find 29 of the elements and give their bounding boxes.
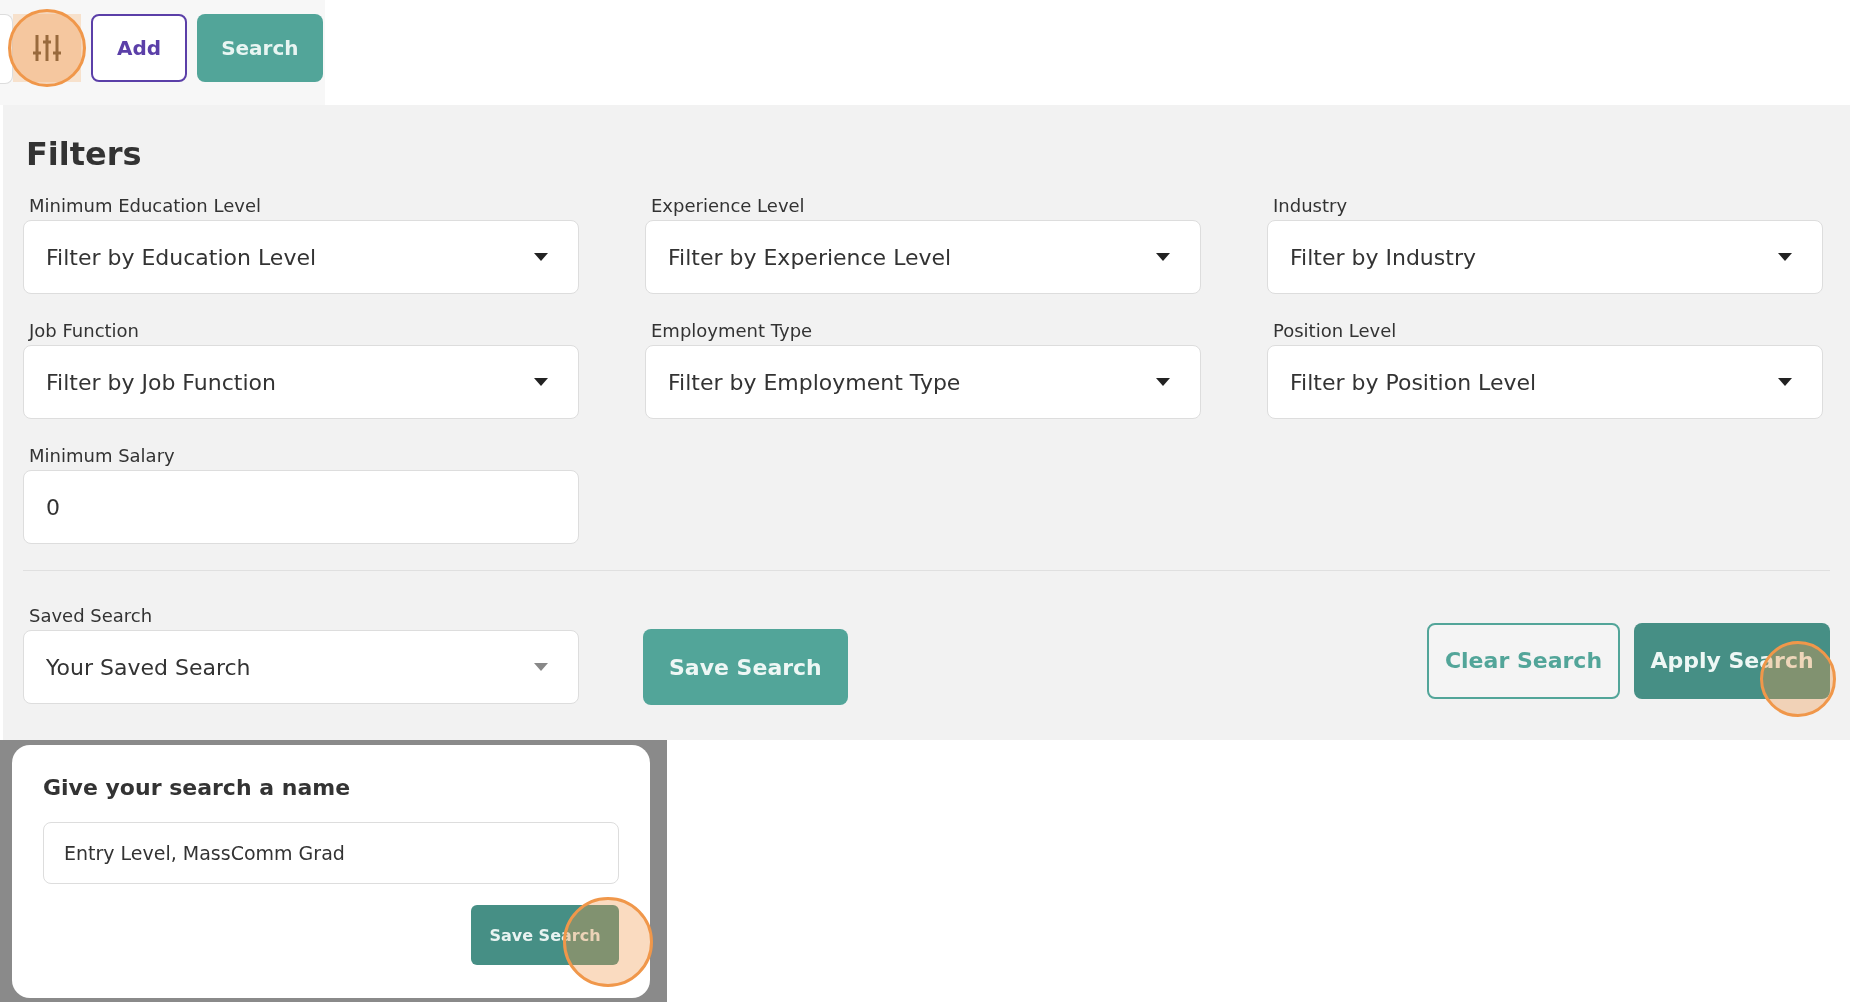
caret-icon bbox=[534, 253, 548, 261]
dropdown-field[interactable]: Filter by Experience Level bbox=[645, 220, 1201, 294]
field-label: Job Function bbox=[29, 320, 141, 341]
caret-icon bbox=[1778, 253, 1792, 261]
dropdown-field[interactable]: Filter by Job Function bbox=[23, 345, 579, 419]
field-label: Minimum Salary bbox=[29, 445, 176, 466]
saved-search-dropdown[interactable]: Your Saved Search bbox=[23, 630, 579, 704]
dropdown-field[interactable]: Filter by Employment Type bbox=[645, 345, 1201, 419]
caret-icon bbox=[1156, 378, 1170, 386]
salary-input[interactable]: 0 bbox=[23, 470, 579, 544]
field-label: Employment Type bbox=[651, 320, 814, 341]
dropdown-field[interactable]: Filter by Position Level bbox=[1267, 345, 1823, 419]
field-label: Industry bbox=[1273, 195, 1349, 216]
field-label: Experience Level bbox=[651, 195, 806, 216]
caret-icon bbox=[534, 663, 548, 671]
caret-icon bbox=[1156, 253, 1170, 261]
add-button[interactable]: Add bbox=[91, 14, 188, 82]
field-label: Minimum Education Level bbox=[29, 195, 262, 216]
dropdown-field[interactable]: Filter by Industry bbox=[1267, 220, 1823, 294]
dialog-title: Give your search a name bbox=[43, 775, 352, 800]
filters-title: Filters bbox=[26, 135, 143, 173]
search-name-input[interactable]: Entry Level, MassComm Grad bbox=[43, 822, 619, 884]
search-field-edge[interactable] bbox=[0, 14, 13, 84]
field-label: Position Level bbox=[1273, 320, 1398, 341]
caret-icon bbox=[534, 378, 548, 386]
dropdown-field[interactable]: Filter by Education Level bbox=[23, 220, 579, 294]
sliders-icon bbox=[32, 33, 62, 63]
field-label: Saved Search bbox=[29, 605, 154, 626]
caret-icon bbox=[1778, 378, 1792, 386]
